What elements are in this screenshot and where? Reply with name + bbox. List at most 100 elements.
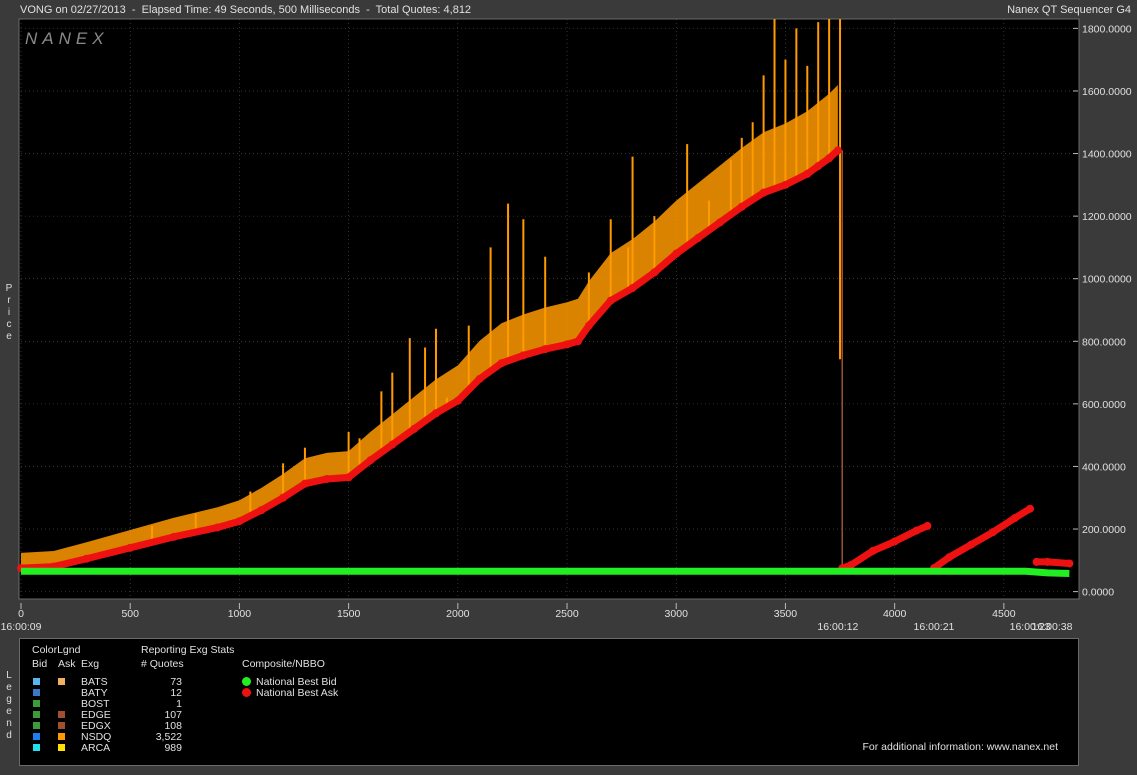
ask-point bbox=[475, 374, 484, 383]
legend-exchange-quotes: 989 bbox=[164, 742, 182, 754]
ask-point bbox=[945, 553, 954, 562]
ask-point bbox=[672, 249, 681, 258]
ask-point bbox=[388, 440, 397, 449]
footer-info: For additional information: www.nanex.ne… bbox=[862, 741, 1058, 753]
ask-point bbox=[169, 532, 178, 541]
ask-point bbox=[344, 473, 353, 482]
ask-point bbox=[923, 521, 932, 530]
x-tick-label: 500 bbox=[121, 608, 139, 620]
ask-point bbox=[410, 424, 419, 433]
ask-point bbox=[541, 345, 550, 354]
legend-col-exg: Exg bbox=[81, 658, 100, 670]
x-tick-label: 4500 bbox=[992, 608, 1016, 620]
series-national-best-bid bbox=[21, 567, 1070, 577]
time-label: 16:00:21 bbox=[914, 621, 955, 633]
ask-point bbox=[833, 146, 842, 155]
y-tick-label: 400.0000 bbox=[1082, 461, 1126, 473]
y-tick-label: 200.0000 bbox=[1082, 524, 1126, 536]
ask-point bbox=[563, 340, 572, 349]
legend-bid-swatch bbox=[33, 744, 40, 751]
legend-ask-swatch bbox=[58, 744, 65, 751]
legend-side-label: Legend bbox=[6, 670, 12, 741]
x-tick-label: 3000 bbox=[665, 608, 689, 620]
x-tick-label: 2500 bbox=[555, 608, 579, 620]
series-national-best-ask bbox=[1036, 558, 1070, 567]
ask-point bbox=[257, 506, 266, 515]
ask-point bbox=[126, 543, 135, 552]
composite-title: Composite/NBBO bbox=[242, 658, 325, 670]
legend-bid-swatch bbox=[33, 678, 40, 685]
ask-point bbox=[573, 337, 582, 346]
ask-point bbox=[82, 554, 91, 563]
legend-bid-swatch bbox=[33, 700, 40, 707]
y-tick-label: 1600.0000 bbox=[1082, 86, 1132, 98]
legend-panel: ColorLgnd Bid Ask Exg Reporting Exg Stat… bbox=[19, 638, 1079, 766]
ask-point bbox=[988, 528, 997, 537]
legend-nbbo-label: National Best Ask bbox=[256, 687, 339, 699]
ask-point bbox=[1010, 514, 1019, 523]
time-label: 16:00:12 bbox=[817, 621, 858, 633]
nanex-logo: NANEX bbox=[25, 29, 109, 48]
legend-col-bid: Bid bbox=[32, 658, 48, 670]
ask-point bbox=[650, 268, 659, 277]
ask-point bbox=[694, 234, 703, 243]
ask-point bbox=[759, 188, 768, 197]
x-tick-label: 1000 bbox=[228, 608, 252, 620]
ask-point bbox=[1065, 559, 1074, 568]
legend-bid-swatch bbox=[33, 689, 40, 696]
ask-point bbox=[628, 284, 637, 293]
y-tick-label: 600.0000 bbox=[1082, 399, 1126, 411]
ask-point bbox=[1043, 557, 1052, 566]
legend-nbbo-dot bbox=[242, 688, 251, 697]
ask-point bbox=[366, 456, 375, 465]
ask-point bbox=[912, 526, 921, 535]
ask-point bbox=[519, 351, 528, 360]
y-tick-label: 1800.0000 bbox=[1082, 23, 1132, 35]
ask-point bbox=[213, 523, 222, 532]
x-tick-label: 4000 bbox=[883, 608, 907, 620]
legend-exchange-name: ARCA bbox=[81, 742, 111, 754]
stats-col-quotes: # Quotes bbox=[141, 658, 184, 670]
ask-point bbox=[737, 202, 746, 211]
legend-nbbo-dot bbox=[242, 677, 251, 686]
ask-point bbox=[584, 321, 593, 330]
y-tick-label: 1400.0000 bbox=[1082, 149, 1132, 161]
y-tick-label: 800.0000 bbox=[1082, 336, 1126, 348]
time-label: 16:00:38 bbox=[1032, 621, 1073, 633]
color-legend-title: ColorLgnd bbox=[32, 644, 81, 656]
ask-point bbox=[235, 517, 244, 526]
ask-point bbox=[431, 409, 440, 418]
ask-point bbox=[781, 180, 790, 189]
legend-ask-swatch bbox=[58, 678, 65, 685]
ask-point bbox=[890, 537, 899, 546]
legend-bid-swatch bbox=[33, 733, 40, 740]
price-chart: 0.0000 200.0000 400.0000 600.0000 800.0000 10… bbox=[1, 18, 1132, 633]
ask-point bbox=[1026, 504, 1035, 513]
x-tick-label: 1500 bbox=[337, 608, 361, 620]
ask-point bbox=[453, 396, 462, 405]
time-label: 16:00:09 bbox=[1, 621, 42, 633]
ask-point bbox=[279, 493, 288, 502]
legend-ask-swatch bbox=[58, 722, 65, 729]
legend-bid-swatch bbox=[33, 711, 40, 718]
y-tick-label: 0.0000 bbox=[1082, 587, 1114, 599]
legend-col-ask: Ask bbox=[58, 658, 76, 670]
ask-point bbox=[300, 479, 309, 488]
stats-title: Reporting Exg Stats bbox=[141, 644, 235, 656]
ask-point bbox=[1032, 557, 1041, 566]
ask-point bbox=[868, 546, 877, 555]
ask-point bbox=[825, 154, 834, 163]
legend-ask-swatch bbox=[58, 733, 65, 740]
x-tick-label: 2000 bbox=[446, 608, 470, 620]
y-tick-label: 1000.0000 bbox=[1082, 274, 1132, 286]
legend-bid-swatch bbox=[33, 722, 40, 729]
ask-point bbox=[814, 162, 823, 171]
ask-point bbox=[497, 359, 506, 368]
x-tick-label: 3500 bbox=[774, 608, 798, 620]
ask-point bbox=[803, 169, 812, 178]
ask-point bbox=[715, 218, 724, 227]
y-tick-label: 1200.0000 bbox=[1082, 211, 1132, 223]
legend-ask-swatch bbox=[58, 711, 65, 718]
ask-point bbox=[967, 540, 976, 549]
ask-point bbox=[606, 296, 615, 305]
